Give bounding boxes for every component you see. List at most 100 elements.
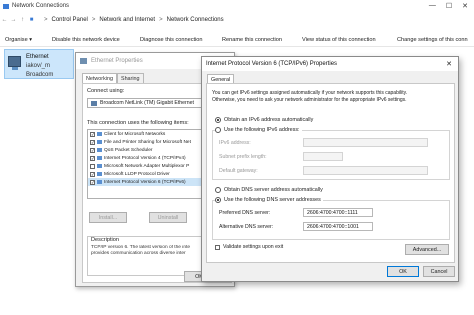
component-icon <box>97 180 102 184</box>
ok-button[interactable]: OK <box>387 266 419 277</box>
list-item[interactable]: ✓ Microsoft LLDP Protocol Driver <box>88 170 206 178</box>
forward-arrow-icon[interactable]: → <box>9 17 18 23</box>
radio-label: Use the following IPv6 address: <box>224 127 300 133</box>
checkbox[interactable]: ✓ <box>90 179 95 185</box>
adapter-device: Broadcom <box>26 72 54 78</box>
advanced-button[interactable]: Advanced... <box>405 244 449 255</box>
checkbox[interactable]: ✓ <box>90 147 95 153</box>
close-icon[interactable]: ✕ <box>446 60 452 68</box>
description-text: TCP/IP version 6. The latest version of … <box>91 245 205 257</box>
ethernet-icon <box>80 58 87 64</box>
radio-label: Use the following DNS server addresses <box>224 197 321 203</box>
rename-button[interactable]: Rename this connection <box>222 37 282 43</box>
list-item[interactable]: ✓ File and Printer Sharing for Microsoft … <box>88 138 206 146</box>
use-following-ip-radio[interactable]: Use the following IPv6 address: <box>215 127 302 133</box>
window-controls: — ☐ ✕ <box>429 2 474 10</box>
prefix-length-field[interactable] <box>303 152 343 161</box>
crumb-separator: > <box>91 17 96 23</box>
back-arrow-icon[interactable]: ← <box>0 17 9 23</box>
window-titlebar: Network Connections — ☐ ✕ <box>0 0 474 12</box>
radio-unselected-icon <box>215 187 221 193</box>
breadcrumb-control-panel[interactable]: Control Panel <box>52 17 88 23</box>
list-item[interactable]: ✓ Internet Protocol Version 4 (TCP/IPv4) <box>88 154 206 162</box>
diagnose-button[interactable]: Diagnose this connection <box>140 37 203 43</box>
adapter-display-name: Broadcom NetLink (TM) Gigabit Ethernet <box>100 100 194 106</box>
breadcrumb: > Control Panel > Network and Internet >… <box>44 17 224 23</box>
radio-unselected-icon <box>215 127 221 133</box>
connect-using-label: Connect using: <box>87 88 125 94</box>
address-bar: ← → ↑ ■ > Control Panel > Network and In… <box>0 13 474 27</box>
checkbox-label: Validate settings upon exit <box>223 244 284 250</box>
dialog-title: Internet Protocol Version 6 (TCP/IPv6) P… <box>206 61 338 67</box>
items-label: This connection uses the following items… <box>87 120 189 126</box>
list-item[interactable]: ✓ QoS Packet Scheduler <box>88 146 206 154</box>
obtain-ip-auto-radio[interactable]: Obtain an IPv6 address automatically <box>215 117 313 123</box>
adapter-name: Ethernet <box>26 54 49 60</box>
checkbox[interactable]: ✓ <box>90 171 95 177</box>
radio-label: Obtain an IPv6 address automatically <box>224 117 314 123</box>
change-settings-button[interactable]: Change settings of this conn <box>397 37 468 43</box>
description-line-2: provides communication across diverse in… <box>91 251 186 256</box>
dialog-titlebar: Internet Protocol Version 6 (TCP/IPv6) P… <box>202 57 458 71</box>
intro-line-2: Otherwise, you need to ask your network … <box>212 97 407 103</box>
default-gateway-label: Default gateway: <box>219 168 258 174</box>
list-item-label: Internet Protocol Version 4 (TCP/IPv4) <box>104 155 186 161</box>
list-item-label: File and Printer Sharing for Microsoft N… <box>104 139 191 145</box>
ipv6-properties-dialog: Internet Protocol Version 6 (TCP/IPv6) P… <box>201 56 459 282</box>
dns-group <box>212 200 450 240</box>
up-arrow-icon[interactable]: ↑ <box>18 17 27 23</box>
list-item-label: Microsoft LLDP Protocol Driver <box>104 171 170 177</box>
list-item-selected[interactable]: ✓ Internet Protocol Version 6 (TCP/IPv6) <box>88 178 206 186</box>
component-list: ✓ Client for Microsoft Networks ✓ File and… <box>87 129 207 199</box>
preferred-dns-label: Preferred DNS server: <box>219 210 271 216</box>
close-button[interactable]: ✕ <box>462 2 468 10</box>
list-item-label: Microsoft Network Adapter Multiplexor P <box>104 163 190 169</box>
component-icon <box>97 132 102 136</box>
folder-icon: ■ <box>29 17 34 23</box>
crumb-separator: > <box>159 17 163 23</box>
alternate-dns-field[interactable]: 2606:4700:4700::1001 <box>303 222 373 231</box>
validate-on-exit-checkbox[interactable]: Validate settings upon exit <box>215 244 283 250</box>
organise-menu[interactable]: Organise ▾ <box>5 37 32 43</box>
general-panel: You can get IPv6 settings assigned autom… <box>206 83 455 263</box>
default-gateway-field[interactable] <box>303 166 428 175</box>
install-button[interactable]: Install... <box>89 212 127 223</box>
network-connections-icon <box>3 3 9 9</box>
checkbox[interactable]: ✓ <box>90 131 95 137</box>
list-item[interactable]: Microsoft Network Adapter Multiplexor P <box>88 162 206 170</box>
ipv6-address-label: IPv6 address: <box>219 140 251 146</box>
prefix-length-label: Subnet prefix length: <box>219 154 267 160</box>
checkbox-icon <box>215 244 220 250</box>
maximize-button[interactable]: ☐ <box>446 2 452 10</box>
list-item-label: Client for Microsoft Networks <box>104 131 166 137</box>
adapter-display: Broadcom NetLink (TM) Gigabit Ethernet <box>87 98 207 108</box>
breadcrumb-network-connections[interactable]: Network Connections <box>167 17 224 23</box>
ethernet-adapter-tile[interactable]: Ethernet iakov/_m Broadcom <box>4 49 74 79</box>
alternate-dns-label: Alternative DNS server: <box>219 224 274 230</box>
preferred-dns-field[interactable]: 2606:4700:4700::1111 <box>303 208 373 217</box>
list-item-label: Internet Protocol Version 6 (TCP/IPv6) <box>104 179 186 185</box>
description-label: Description <box>91 237 119 243</box>
view-status-button[interactable]: View status of this connection <box>302 37 376 43</box>
disable-device-button[interactable]: Disable this network device <box>52 37 120 43</box>
ipv6-address-field[interactable] <box>303 138 428 147</box>
component-icon <box>97 140 102 144</box>
window-title: Network Connections <box>12 3 70 9</box>
use-following-dns-radio[interactable]: Use the following DNS server addresses <box>215 197 323 203</box>
cancel-button[interactable]: Cancel <box>423 266 455 277</box>
component-icon <box>97 172 102 176</box>
minimize-button[interactable]: — <box>429 2 436 10</box>
list-item[interactable]: ✓ Client for Microsoft Networks <box>88 130 206 138</box>
breadcrumb-network-internet[interactable]: Network and Internet <box>99 17 155 23</box>
network-adapter-icon <box>8 56 21 70</box>
component-icon <box>97 148 102 152</box>
radio-selected-icon <box>215 117 221 123</box>
checkbox[interactable]: ✓ <box>90 139 95 145</box>
checkbox[interactable]: ✓ <box>90 155 95 161</box>
uninstall-button[interactable]: Uninstall <box>149 212 187 223</box>
intro-line-1: You can get IPv6 settings assigned autom… <box>212 90 408 96</box>
obtain-dns-auto-radio[interactable]: Obtain DNS server address automatically <box>215 187 323 193</box>
network-card-icon <box>91 100 97 106</box>
description-group: Description TCP/IP version 6. The latest… <box>87 236 207 276</box>
checkbox[interactable] <box>90 163 95 169</box>
